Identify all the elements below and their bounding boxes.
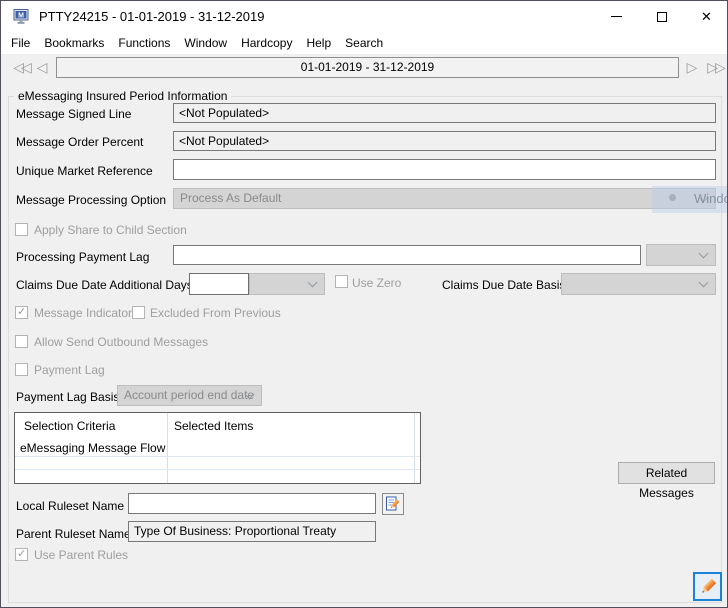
title-bar: M PTTY24215 - 01-01-2019 - 31-12-2019 ✕	[1, 1, 727, 32]
watermark-text: Windo	[694, 191, 728, 206]
windows-watermark-remnant: Windo	[652, 186, 728, 213]
payment-lag-basis-combo: Account period end date	[117, 385, 262, 406]
close-icon: ✕	[701, 9, 712, 25]
table-row[interactable]: eMessaging Message Flow	[15, 439, 420, 455]
processing-payment-lag-unit-combo	[646, 244, 716, 266]
local-ruleset-name-field[interactable]	[128, 493, 376, 514]
nav-last-icon[interactable]: ▷▷	[703, 54, 727, 81]
nav-first-icon[interactable]: ◁◁	[9, 54, 33, 81]
message-processing-option-value: Process As Default	[180, 191, 281, 205]
svg-text:M: M	[18, 12, 24, 19]
period-range-field[interactable]: 01-01-2019 - 31-12-2019	[56, 57, 679, 78]
apply-share-checkbox	[15, 223, 28, 236]
message-indicator-label: Message Indicator	[34, 306, 132, 320]
payment-lag-basis-value: Account period end date	[124, 388, 254, 402]
local-ruleset-name-label: Local Ruleset Name	[16, 499, 124, 513]
criteria-cell: eMessaging Message Flow	[20, 441, 165, 455]
table-header-row: Selection Criteria Selected Items	[15, 413, 420, 439]
menu-help[interactable]: Help	[299, 32, 338, 54]
related-messages-button[interactable]: Related Messages	[618, 462, 715, 484]
message-signed-line-label: Message Signed Line	[16, 107, 131, 121]
use-parent-rules-checkbox	[15, 548, 28, 561]
chevron-down-icon	[699, 249, 709, 259]
claims-due-date-basis-combo	[561, 273, 716, 295]
message-indicator-checkbox	[15, 306, 28, 319]
app-window: M PTTY24215 - 01-01-2019 - 31-12-2019 ✕ …	[0, 0, 728, 608]
nav-previous-icon[interactable]: ◁	[35, 54, 49, 81]
use-zero-checkbox	[335, 275, 348, 288]
chevron-down-icon	[308, 278, 318, 288]
unique-market-reference-label: Unique Market Reference	[16, 164, 153, 178]
document-pencil-icon	[385, 496, 401, 512]
menu-search[interactable]: Search	[338, 32, 390, 54]
claims-due-date-additional-days-label: Claims Due Date Additional Days	[16, 278, 193, 292]
unique-market-reference-field[interactable]	[173, 159, 716, 180]
row-divider	[15, 456, 420, 457]
selection-criteria-table[interactable]: Selection Criteria Selected Items eMessa…	[14, 412, 421, 484]
apply-share-label: Apply Share to Child Section	[34, 223, 187, 237]
menu-functions[interactable]: Functions	[111, 32, 177, 54]
maximize-button[interactable]	[639, 1, 684, 32]
minimize-icon	[611, 16, 622, 17]
groupbox-title: eMessaging Insured Period Information	[14, 89, 231, 103]
row-divider	[15, 469, 420, 470]
menu-bar: File Bookmarks Functions Window Hardcopy…	[1, 32, 727, 54]
claims-due-date-additional-days-field[interactable]	[189, 273, 249, 295]
close-button[interactable]: ✕	[684, 1, 728, 32]
excluded-from-previous-checkbox	[132, 306, 145, 319]
selected-items-header: Selected Items	[174, 419, 253, 433]
use-parent-rules-label: Use Parent Rules	[34, 548, 128, 562]
payment-lag-checkbox	[15, 363, 28, 376]
parent-ruleset-name-field[interactable]: Type Of Business: Proportional Treaty	[128, 521, 376, 542]
excluded-from-previous-label: Excluded From Previous	[150, 306, 281, 320]
ruleset-browse-button[interactable]	[382, 493, 404, 515]
menu-bookmarks[interactable]: Bookmarks	[37, 32, 111, 54]
menu-window[interactable]: Window	[177, 32, 234, 54]
message-signed-line-field[interactable]: <Not Populated>	[173, 103, 716, 123]
message-processing-option-combo: Process As Default	[173, 188, 716, 209]
processing-payment-lag-field[interactable]	[173, 245, 641, 265]
claims-due-date-additional-days-unit-combo	[249, 273, 325, 295]
payment-lag-basis-label: Payment Lag Basis	[16, 390, 119, 404]
nav-next-icon[interactable]: ▷	[685, 54, 699, 81]
pencil-icon	[698, 577, 718, 597]
allow-send-outbound-label: Allow Send Outbound Messages	[34, 335, 208, 349]
chevron-down-icon	[699, 278, 709, 288]
claims-due-date-basis-label: Claims Due Date Basis	[442, 278, 565, 292]
payment-lag-label: Payment Lag	[34, 363, 105, 377]
record-navigation-bar: ◁◁ ◁ 01-01-2019 - 31-12-2019 ▷ ▷▷	[1, 54, 727, 81]
edit-rules-button[interactable]	[693, 572, 722, 601]
message-order-percent-label: Message Order Percent	[16, 135, 143, 149]
watermark-dot-icon	[669, 194, 676, 201]
app-monitor-icon: M	[13, 9, 31, 25]
window-title: PTTY24215 - 01-01-2019 - 31-12-2019	[39, 1, 264, 32]
use-zero-label: Use Zero	[352, 276, 401, 290]
message-processing-option-label: Message Processing Option	[16, 193, 166, 207]
allow-send-outbound-checkbox	[15, 335, 28, 348]
menu-file[interactable]: File	[4, 32, 37, 54]
message-order-percent-field[interactable]: <Not Populated>	[173, 131, 716, 151]
parent-ruleset-name-label: Parent Ruleset Name	[16, 527, 131, 541]
selection-criteria-header: Selection Criteria	[24, 419, 115, 433]
menu-hardcopy[interactable]: Hardcopy	[234, 32, 299, 54]
minimize-button[interactable]	[594, 1, 639, 32]
processing-payment-lag-label: Processing Payment Lag	[16, 250, 149, 264]
maximize-icon	[657, 12, 667, 22]
